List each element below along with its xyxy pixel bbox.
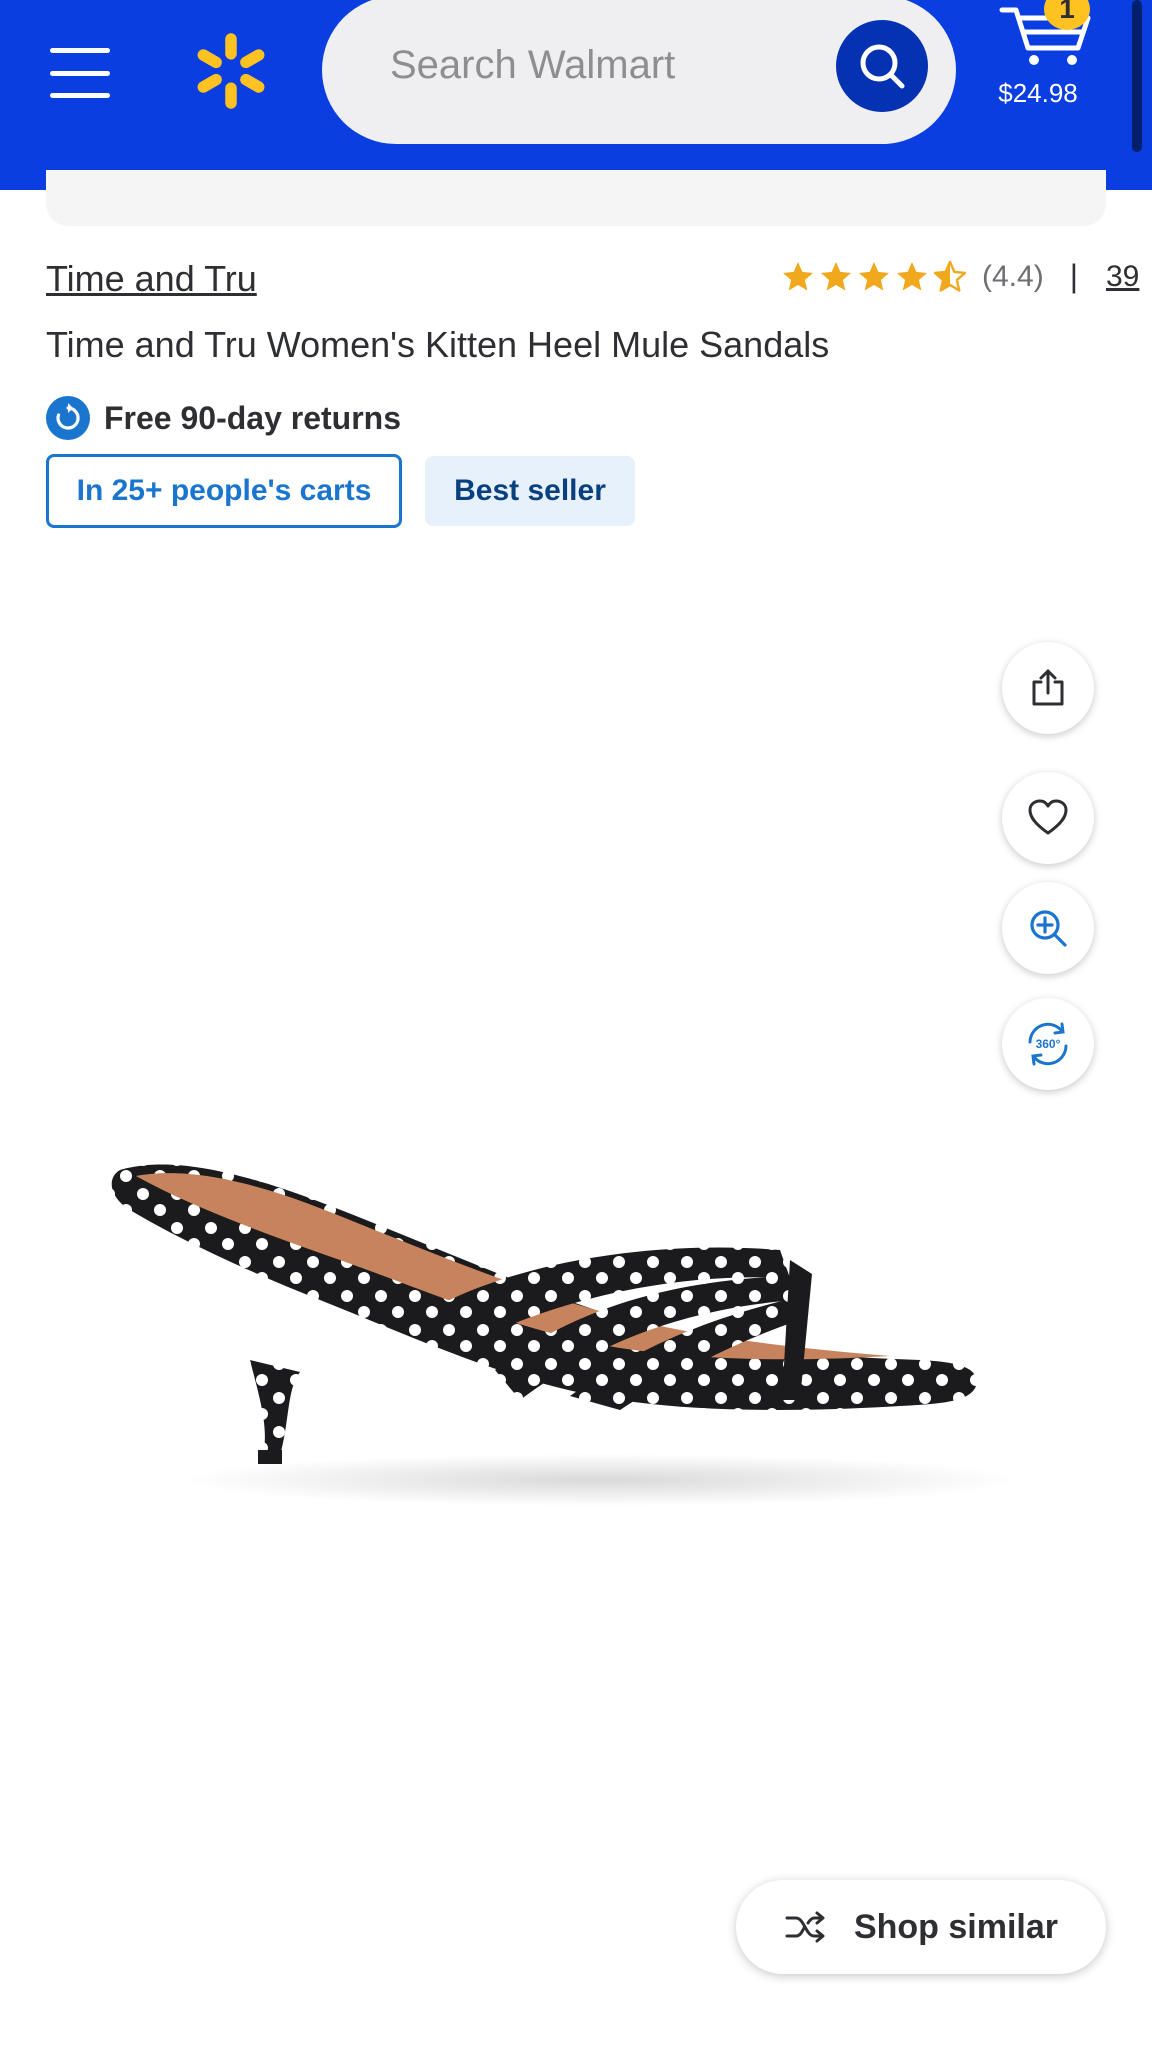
returns-text: Free 90-day returns <box>104 399 402 436</box>
share-button[interactable] <box>1002 642 1094 734</box>
svg-text:360°: 360° <box>1036 1037 1061 1051</box>
menu-line <box>50 70 110 76</box>
shop-similar-button[interactable]: Shop similar <box>736 1880 1106 1974</box>
star-rating <box>780 259 968 295</box>
search-bar <box>322 0 956 144</box>
view-360-icon: 360° <box>1028 1022 1068 1066</box>
search-input[interactable] <box>388 34 808 96</box>
rating-summary[interactable]: (4.4) | 39 <box>780 258 1139 295</box>
share-icon <box>1032 669 1064 706</box>
returns-icon <box>46 396 90 440</box>
brand-link[interactable]: Time and Tru <box>46 258 257 300</box>
product-image[interactable] <box>100 1150 1060 1530</box>
star-icon <box>821 261 851 290</box>
star-icon <box>897 261 927 290</box>
best-seller-badge: Best seller <box>425 456 635 526</box>
menu-line <box>50 93 110 98</box>
search-icon <box>860 44 905 89</box>
scrollbar[interactable] <box>1132 0 1142 152</box>
header-bar: 1 $24.98 <box>0 0 1152 190</box>
product-title: Time and Tru Women's Kitten Heel Mule Sa… <box>46 324 830 365</box>
view-360-button[interactable]: 360° <box>1002 998 1094 1090</box>
zoom-in-icon <box>1030 910 1067 947</box>
heart-icon <box>1028 799 1068 835</box>
cart-total: $24.98 <box>998 78 1078 108</box>
star-half-icon <box>933 260 967 292</box>
favorite-button[interactable] <box>1002 772 1094 864</box>
search-button[interactable] <box>836 20 928 112</box>
menu-line <box>50 48 110 53</box>
zoom-button[interactable] <box>1002 882 1094 974</box>
menu-icon[interactable] <box>40 40 120 106</box>
star-icon <box>783 261 813 290</box>
rating-value: (4.4) <box>982 259 1044 293</box>
carts-badge: In 25+ people's carts <box>46 454 402 528</box>
walmart-spark-icon[interactable] <box>190 26 272 116</box>
review-count-link[interactable]: 39 <box>1106 260 1139 294</box>
returns-info: Free 90-day returns <box>46 396 401 440</box>
shop-similar-label: Shop similar <box>853 1907 1059 1946</box>
header-shelf <box>46 170 1106 226</box>
shuffle-icon <box>785 1911 825 1943</box>
star-icon <box>859 261 889 290</box>
rating-divider: | <box>1069 258 1078 294</box>
